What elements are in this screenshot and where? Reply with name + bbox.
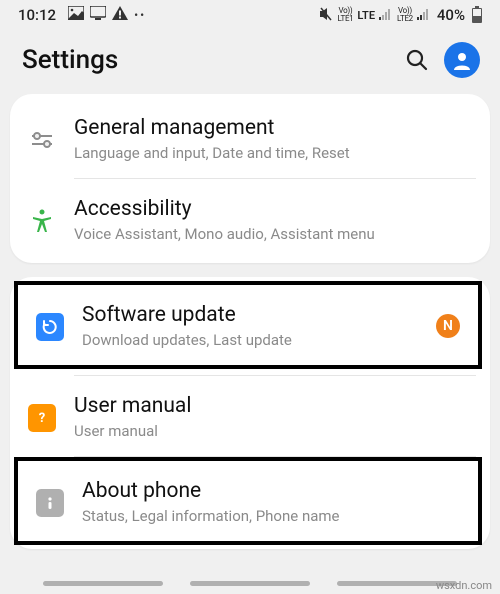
row-subtitle: Download updates, Last update: [82, 331, 418, 349]
row-subtitle: Language and input, Date and time, Reset: [74, 144, 472, 162]
row-accessibility[interactable]: Accessibility Voice Assistant, Mono audi…: [10, 179, 490, 259]
battery-icon: [472, 8, 482, 23]
status-lte2: LTE2: [397, 15, 413, 23]
row-content: User manual User manual: [74, 394, 472, 440]
row-content: Software update Download updates, Last u…: [82, 303, 418, 349]
row-about-phone[interactable]: About phone Status, Legal information, P…: [18, 461, 478, 541]
status-bar: 10:12 •• Vo)) LTE1 LTE Vo)) LTE2 40%: [0, 0, 500, 28]
row-content: About phone Status, Legal information, P…: [82, 479, 460, 525]
row-content: General management Language and input, D…: [74, 116, 472, 162]
status-time: 10:12: [18, 6, 56, 24]
status-left: 10:12 ••: [18, 6, 146, 24]
status-right: Vo)) LTE1 LTE Vo)) LTE2 40%: [318, 6, 482, 24]
signal-icon-1: [379, 8, 393, 23]
row-subtitle: User manual: [74, 422, 472, 440]
row-title: Accessibility: [74, 197, 472, 221]
row-title: Software update: [82, 303, 418, 327]
update-icon: [36, 313, 64, 341]
page-title: Settings: [22, 45, 390, 75]
info-icon: [36, 489, 64, 517]
search-icon: [405, 48, 429, 72]
cast-icon: [90, 6, 106, 24]
row-subtitle: Voice Assistant, Mono audio, Assistant m…: [74, 225, 472, 243]
nav-handle-home[interactable]: [190, 581, 310, 586]
status-lte-label: LTE: [357, 9, 375, 22]
row-general-management[interactable]: General management Language and input, D…: [10, 98, 490, 178]
row-content: Accessibility Voice Assistant, Mono audi…: [74, 197, 472, 243]
row-title: General management: [74, 116, 472, 140]
signal-icon-2: [417, 8, 431, 23]
sliders-icon: [28, 126, 56, 154]
accessibility-icon: [28, 207, 56, 235]
row-title: User manual: [74, 394, 472, 418]
row-user-manual[interactable]: ? User manual User manual: [10, 376, 490, 456]
more-icon: ••: [134, 8, 146, 22]
mute-icon: [318, 7, 334, 24]
row-subtitle: Status, Legal information, Phone name: [82, 507, 460, 525]
image-icon: [68, 6, 84, 24]
warning-icon: [112, 6, 128, 24]
nav-handle-recents[interactable]: [43, 581, 163, 586]
row-software-update[interactable]: Software update Download updates, Last u…: [18, 285, 478, 365]
settings-group-2: Software update Download updates, Last u…: [10, 277, 490, 549]
svg-text:?: ?: [39, 411, 45, 426]
notification-badge: N: [436, 314, 460, 338]
profile-button[interactable]: [444, 42, 480, 78]
status-lte1: LTE1: [338, 15, 354, 23]
gesture-nav-handles[interactable]: [0, 581, 500, 586]
person-icon: [452, 50, 472, 70]
battery-percent: 40%: [437, 6, 465, 24]
manual-icon: ?: [28, 404, 56, 432]
settings-group-1: General management Language and input, D…: [10, 94, 490, 263]
watermark: wsxdn.com: [436, 579, 492, 592]
row-title: About phone: [82, 479, 460, 503]
highlight-about-phone: About phone Status, Legal information, P…: [14, 457, 482, 545]
header: Settings: [0, 28, 500, 94]
search-button[interactable]: [402, 45, 432, 75]
highlight-software-update: Software update Download updates, Last u…: [14, 281, 482, 369]
